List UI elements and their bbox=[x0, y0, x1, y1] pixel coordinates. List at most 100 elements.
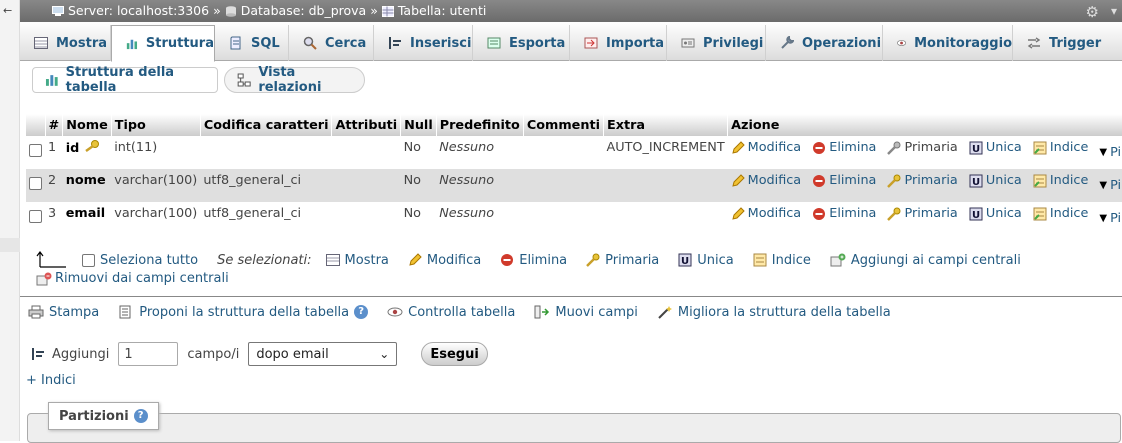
bulk-drop-button[interactable]: Elimina bbox=[500, 253, 567, 268]
row-checkbox[interactable] bbox=[29, 177, 42, 190]
structure-icon bbox=[126, 39, 138, 49]
column-header[interactable]: Tipo bbox=[111, 114, 201, 136]
unique-link[interactable]: U Unica bbox=[969, 206, 1022, 221]
tab-label: Importa bbox=[606, 35, 665, 51]
more-dropdown[interactable]: ▼Più bbox=[1099, 178, 1122, 193]
collapse-arrow-icon[interactable]: ← bbox=[3, 4, 12, 17]
unique-icon: U bbox=[969, 207, 983, 221]
tab-cerca[interactable]: Cerca bbox=[289, 25, 374, 61]
key-icon bbox=[586, 253, 600, 267]
trigger-icon bbox=[1027, 37, 1041, 49]
tab-operazioni[interactable]: Operazioni bbox=[766, 25, 883, 61]
column-position-select[interactable]: dopo email ⌄ bbox=[248, 342, 398, 366]
move-columns-link[interactable]: Muovi campi bbox=[534, 305, 638, 320]
pencil-icon bbox=[731, 173, 745, 187]
primary-link[interactable]: Primaria bbox=[887, 140, 958, 155]
bulk-remove-central-button[interactable]: Rimuovi dai campi centrali bbox=[36, 271, 229, 286]
tab-struttura[interactable]: Struttura bbox=[111, 25, 215, 62]
select-all-label[interactable]: Seleziona tutto bbox=[100, 253, 198, 268]
propose-structure-link[interactable]: Proponi la struttura della tabella? bbox=[118, 305, 369, 320]
modify-link[interactable]: Modifica bbox=[731, 206, 801, 221]
bulk-browse-button[interactable]: Mostra bbox=[325, 253, 389, 268]
column-header[interactable]: Null bbox=[400, 114, 437, 136]
row-actions: Modifica Elimina Primaria U Unica Indice … bbox=[728, 202, 1122, 235]
tab-monitoraggio[interactable]: Monitoraggio bbox=[883, 25, 1013, 61]
index-link[interactable]: Indice bbox=[1033, 173, 1088, 188]
row-checkbox[interactable] bbox=[29, 210, 42, 223]
tab-trigger[interactable]: Trigger bbox=[1013, 25, 1105, 61]
help-icon[interactable]: ? bbox=[133, 409, 148, 423]
tab-esporta[interactable]: Esporta bbox=[473, 25, 570, 61]
structure-table: # Nome Tipo Codifica caratteri Attributi… bbox=[26, 114, 1122, 235]
column-count-input[interactable] bbox=[118, 342, 179, 366]
row-number: 2 bbox=[45, 169, 63, 202]
add-columns-form: Aggiungi campo/i dopo email ⌄ Esegui bbox=[30, 342, 488, 366]
tab-privilegi[interactable]: Privilegi bbox=[667, 25, 766, 61]
column-header[interactable]: Commenti bbox=[523, 114, 604, 136]
more-dropdown[interactable]: ▼Più bbox=[1099, 145, 1122, 160]
relation-view-button[interactable]: Vista relazioni bbox=[224, 65, 365, 95]
bulk-modify-button[interactable]: Modifica bbox=[408, 253, 481, 268]
bulk-add-central-button[interactable]: Aggiungi ai campi centrali bbox=[830, 253, 1021, 268]
breadcrumb: Server: localhost:3306 » Database: db_pr… bbox=[52, 0, 486, 22]
column-header[interactable]: Nome bbox=[62, 114, 112, 136]
relation-view-label: Vista relazioni bbox=[258, 65, 322, 95]
primary-link[interactable]: Primaria bbox=[887, 206, 958, 221]
modify-link[interactable]: Modifica bbox=[731, 173, 801, 188]
indexes-toggle-link[interactable]: + Indici bbox=[26, 373, 76, 388]
column-header[interactable]: Predefinito bbox=[436, 114, 524, 136]
unique-link[interactable]: U Unica bbox=[969, 140, 1022, 155]
table-structure-button[interactable]: Struttura della tabella bbox=[32, 65, 218, 95]
table-row: 2 nome varchar(100) utf8_general_ci No N… bbox=[26, 169, 1122, 202]
unique-link[interactable]: U Unica bbox=[969, 173, 1022, 188]
column-header[interactable]: # bbox=[45, 114, 64, 136]
primary-link[interactable]: Primaria bbox=[887, 173, 958, 188]
column-header[interactable]: Attributi bbox=[331, 114, 402, 136]
tab-importa[interactable]: Importa bbox=[570, 25, 667, 61]
add-central-icon bbox=[830, 253, 846, 267]
select-all-control[interactable]: Seleziona tutto bbox=[82, 253, 198, 268]
index-link[interactable]: Indice bbox=[1033, 140, 1088, 155]
panel-band bbox=[0, 238, 20, 252]
help-icon[interactable]: ? bbox=[354, 305, 369, 319]
tab-mostra[interactable]: Mostra bbox=[20, 25, 111, 61]
breadcrumb-bar: Server: localhost:3306 » Database: db_pr… bbox=[20, 0, 1122, 22]
database-icon bbox=[225, 5, 236, 17]
drop-link[interactable]: Elimina bbox=[812, 206, 876, 221]
check-table-link[interactable]: Controlla tabella bbox=[387, 305, 515, 320]
gear-icon[interactable]: ⚙ bbox=[1086, 1, 1099, 23]
improve-structure-link[interactable]: Migliora la struttura della tabella bbox=[657, 305, 891, 320]
server-icon bbox=[52, 5, 64, 16]
bulk-unique-button[interactable]: U Unica bbox=[678, 253, 734, 268]
breadcrumb-table[interactable]: Tabella: utenti bbox=[398, 0, 486, 22]
bulk-index-button[interactable]: Indice bbox=[753, 253, 811, 268]
column-type: varchar(100) bbox=[111, 169, 201, 202]
column-type: int(11) bbox=[114, 140, 158, 155]
index-link[interactable]: Indice bbox=[1033, 206, 1088, 221]
column-header[interactable]: Codifica caratteri bbox=[200, 114, 333, 136]
chevron-down-icon[interactable]: ▾ bbox=[1111, 0, 1117, 22]
column-attributes bbox=[332, 136, 401, 169]
breadcrumb-server[interactable]: Server: localhost:3306 bbox=[68, 0, 209, 22]
column-type: varchar(100) bbox=[114, 206, 198, 221]
row-checkbox[interactable] bbox=[29, 144, 42, 157]
column-header-select bbox=[26, 114, 46, 136]
browse-icon bbox=[325, 254, 340, 266]
tab-inserisci[interactable]: Inserisci bbox=[374, 25, 473, 61]
print-link[interactable]: Stampa bbox=[28, 305, 99, 320]
select-all-checkbox[interactable] bbox=[82, 253, 95, 267]
select-arrow-icon bbox=[36, 251, 66, 268]
column-header[interactable]: Extra bbox=[603, 114, 729, 136]
execute-button[interactable]: Esegui bbox=[421, 342, 488, 366]
breadcrumb-database[interactable]: Database: db_prova bbox=[241, 0, 366, 22]
column-extra: AUTO_INCREMENT bbox=[606, 140, 725, 155]
drop-link[interactable]: Elimina bbox=[812, 140, 876, 155]
bulk-primary-button[interactable]: Primaria bbox=[586, 253, 659, 268]
key-icon bbox=[887, 207, 901, 221]
sql-icon bbox=[230, 36, 241, 50]
index-icon bbox=[1033, 141, 1047, 154]
modify-link[interactable]: Modifica bbox=[731, 140, 801, 155]
more-dropdown[interactable]: ▼Più bbox=[1099, 211, 1122, 226]
drop-link[interactable]: Elimina bbox=[812, 173, 876, 188]
tab-sql[interactable]: SQL bbox=[215, 25, 289, 61]
